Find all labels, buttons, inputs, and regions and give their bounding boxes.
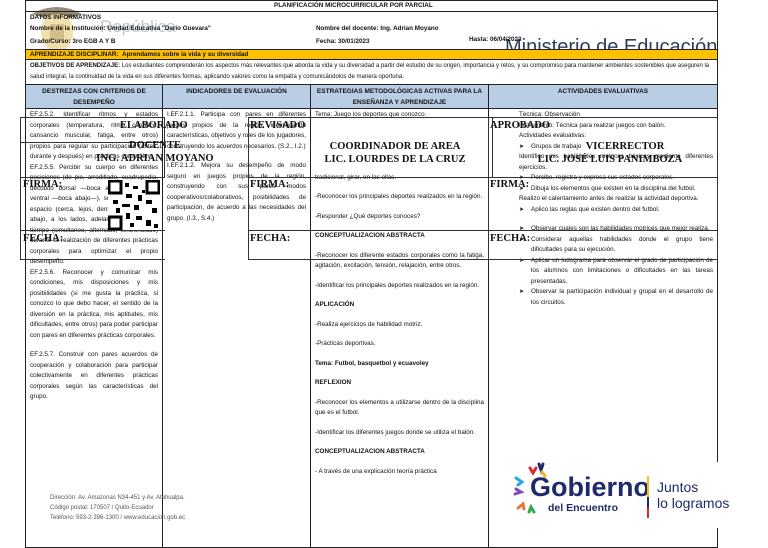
footer-direccion: Dirección: Av. Amazonas N34-451 y Av. At… — [50, 495, 185, 501]
coordinador-role: COORDINADOR DE AREA — [329, 141, 461, 152]
estrategia-text: -Realiza ejercicios de habilidad motriz. — [315, 320, 423, 328]
estrategia-text: -Identificar los principales deportes re… — [315, 281, 480, 289]
bullet-item: Observar la participación individual y g… — [519, 287, 713, 308]
tema-2: Tema: Futbol, basquetbol y ecuavoley — [315, 359, 429, 367]
aprendizaje-label: APRENDIZAJE DISCIPLINAR: — [30, 51, 119, 58]
firma-label: FIRMA: — [490, 179, 530, 190]
section-heading: APLICACIÓN — [315, 301, 355, 308]
gobierno-text: Gobierno — [530, 472, 650, 502]
docente-role: DOCENTE — [129, 140, 181, 151]
flag-divider — [647, 476, 649, 518]
revisado-label: REVISADO — [250, 120, 306, 131]
header-estrategias: ESTRATEGIAS METODOLÓGICAS ACTIVAS PARA L… — [310, 84, 489, 109]
objetivos-text: Los estudiantes comprenderán los aspecto… — [30, 63, 710, 80]
estrategia-text: -Identificar los diferentes juegos donde… — [315, 428, 475, 436]
qr-code-icon — [107, 179, 161, 231]
docente-signature-name: ING. ADRIAN MOYANO — [96, 153, 214, 164]
header-actividades: ACTIVIDADES EVALUATIVAS — [488, 84, 718, 109]
footer-codigo: Código postal: 170507 / Quito-Ecuador — [50, 505, 154, 511]
footer-telefono: Teléfono: 593-2-396-1300 / www.educacion… — [50, 515, 186, 521]
slogan-juntos: Juntos — [657, 479, 699, 495]
datos-label: DATOS INFORMATIVOS — [30, 14, 102, 21]
destreza-item: EF.2.5.6. Reconocer y comunicar mis cond… — [30, 268, 158, 339]
firma-label: FIRMA: — [250, 179, 290, 190]
datos-informativos: DATOS INFORMATIVOS Nombre de la Instituc… — [25, 11, 718, 50]
hasta: Hasta: 06/04/2023 — [469, 36, 522, 43]
vicerrector-role: VICERRECTOR — [585, 141, 665, 152]
footer-address: Dirección: Av. Amazonas N34-451 y Av. At… — [50, 493, 185, 523]
objetivos: OBJETIVOS DE APRENDIZAJE: Los estudiante… — [25, 59, 718, 85]
destreza-item: EF.2.5.7. Construir con pares acuerdos d… — [30, 351, 158, 400]
aprendizaje-value: Aprendamos sobre la vida y su diversidad — [122, 51, 249, 58]
grado-curso: Grado/Curso: 3ro EGB A Y B — [30, 38, 116, 45]
elaborado-label: ELABORADO — [120, 120, 188, 131]
institucion: Nombre de la Institución: Unidad Educati… — [30, 25, 211, 32]
aprobado-label: APROBADO — [490, 120, 551, 131]
fecha-label: FECHA: — [23, 233, 64, 244]
header-destrezas: DESTREZAS CON CRITERIOS DE DESEMPEÑO — [25, 84, 163, 109]
fecha-label: FECHA: — [490, 233, 531, 244]
docente-name: Nombre del docente: Ing. Adrian Moyano — [316, 25, 439, 32]
coordinador-name: LIC. LOURDES DE LA CRUZ — [324, 154, 466, 165]
slogan-logramos: lo logramos — [657, 495, 730, 511]
encuentro-text: del Encuentro — [548, 502, 619, 514]
objetivos-label: OBJETIVOS DE APRENDIZAJE: — [30, 63, 121, 69]
signature-table: ELABORADO REVISADO APROBADO DOCENTE ING.… — [20, 117, 718, 262]
firma-label: FIRMA: — [23, 179, 63, 190]
vicerrector-name: LIC. JOSÉ LUIS PANIMBOZA — [537, 154, 683, 165]
gobierno-logo: Gobierno del Encuentro Juntos lo logramos — [512, 462, 742, 528]
estrategia-text: -Prácticas deportivas. — [315, 340, 376, 347]
section-heading: CONCEPTUALIZACION ABSTRACTA — [315, 448, 425, 455]
header-indicadores: INDICADORES DE EVALUACIÓN — [162, 84, 311, 109]
estrategia-text: -Reconocer los elementos a utilizarse de… — [315, 398, 484, 417]
fecha: Fecha: 30/01/2023 — [316, 38, 370, 45]
estrategia-text: - A través de una explicación teoría prá… — [315, 467, 437, 475]
section-heading: REFLEXION — [315, 379, 352, 386]
fecha-label: FECHA: — [250, 233, 291, 244]
slogan: Juntos lo logramos — [657, 479, 729, 511]
